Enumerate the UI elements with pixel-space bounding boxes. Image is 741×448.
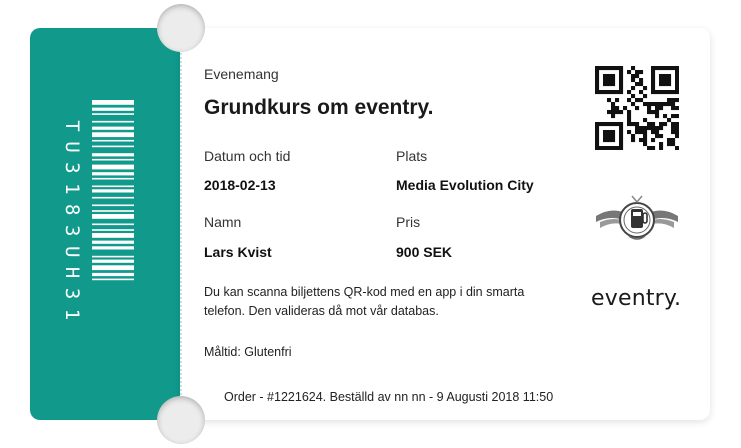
event-label: Evenemang [204, 66, 279, 82]
top-notch [157, 4, 205, 52]
beer-emblem-icon [596, 195, 678, 240]
bottom-notch [157, 396, 205, 444]
brand-logo: eventry. [591, 286, 682, 311]
scan-note: Du kan scanna biljettens QR-kod med en a… [204, 285, 525, 318]
barcode-icon [92, 100, 134, 281]
price-value: 900 SEK [396, 244, 453, 260]
place-label: Plats [396, 148, 428, 164]
perforation-line [180, 42, 182, 406]
order-info: Order - #1221624. Beställd av nn nn - 9 … [224, 390, 554, 404]
event-title: Grundkurs om eventry. [204, 96, 434, 119]
meal-info: Måltid: Glutenfri [204, 345, 292, 359]
date-value: 2018-02-13 [204, 177, 276, 193]
qr-code-icon [595, 66, 679, 150]
name-label: Namn [204, 214, 242, 230]
name-value: Lars Kvist [204, 244, 272, 260]
place-value: Media Evolution City [396, 177, 534, 193]
ticket-code-text: TU3183UH31 [61, 120, 83, 330]
price-label: Pris [396, 214, 421, 230]
ticket-code: TU3183UH31 [58, 100, 86, 350]
date-label: Datum och tid [204, 148, 291, 164]
